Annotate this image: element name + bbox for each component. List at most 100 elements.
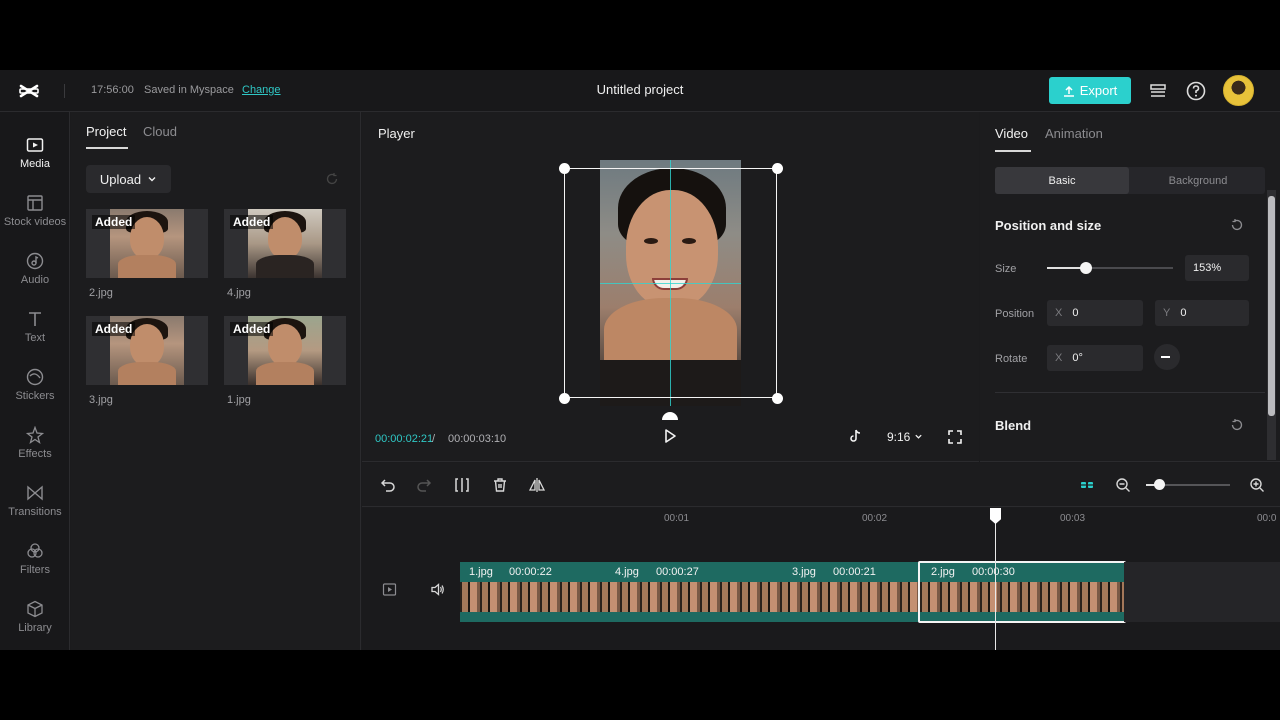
audio-icon <box>26 252 44 270</box>
segmented-control: Basic Background <box>995 167 1265 194</box>
size-input[interactable]: 153% <box>1185 255 1249 281</box>
rail-label: Media <box>20 158 50 170</box>
redo-icon[interactable] <box>416 477 432 493</box>
rail-label: Audio <box>20 274 50 286</box>
capcut-logo-icon[interactable] <box>18 80 40 102</box>
left-nav-rail: Media Stock videos Audio Text Stickers E… <box>0 112 70 650</box>
cover-icon[interactable] <box>382 582 397 597</box>
export-label: Export <box>1079 83 1118 98</box>
media-panel: Project Cloud Upload Added 2.jpg Added 4… <box>71 112 361 650</box>
split-icon[interactable] <box>454 477 470 493</box>
rail-item-stock-videos[interactable]: Stock videos <box>0 190 70 240</box>
rail-item-media[interactable]: Media <box>0 132 70 182</box>
zoom-in-icon[interactable] <box>1249 477 1265 493</box>
transitions-icon <box>27 485 43 501</box>
chevron-down-icon <box>915 434 922 439</box>
zoom-out-icon[interactable] <box>1115 477 1131 493</box>
position-y-input[interactable]: Y 0 <box>1155 300 1249 326</box>
timeline[interactable]: 00:01 00:02 00:03 00:0 1.jpg 00:00:22 4.… <box>362 508 1280 650</box>
rail-item-library[interactable]: Library <box>0 596 70 646</box>
resize-handle-bottom-left[interactable] <box>559 393 570 404</box>
segment-background[interactable]: Background <box>1131 167 1265 194</box>
section-title-blend: Blend <box>995 418 1032 433</box>
media-thumb[interactable]: Added <box>86 209 208 278</box>
rail-item-effects[interactable]: Effects <box>0 422 70 472</box>
project-title[interactable]: Untitled project <box>540 82 740 97</box>
undo-icon[interactable] <box>380 477 396 493</box>
segment-basic[interactable]: Basic <box>995 167 1129 194</box>
axis-label: X <box>1055 352 1063 364</box>
help-icon[interactable] <box>1185 80 1207 102</box>
zoom-slider-knob[interactable] <box>1154 479 1166 490</box>
change-location-link[interactable]: Change <box>242 84 281 96</box>
magnet-snap-icon[interactable] <box>1079 477 1095 493</box>
selected-clip-outline[interactable] <box>918 561 1126 623</box>
upload-button[interactable]: Upload <box>86 165 171 193</box>
rotate-dial[interactable] <box>1154 344 1180 370</box>
rail-label: Text <box>24 332 46 344</box>
delete-icon[interactable] <box>492 477 508 493</box>
selection-box[interactable] <box>564 168 777 398</box>
thumb-hands <box>256 362 314 385</box>
refresh-icon[interactable] <box>325 172 339 186</box>
timecode-separator: / <box>432 433 436 445</box>
resize-handle-top-left[interactable] <box>559 163 570 174</box>
rail-label: Library <box>18 622 52 634</box>
position-label: Position <box>995 308 1035 320</box>
position-x-input[interactable]: X 0 <box>1047 300 1143 326</box>
aspect-ratio-dropdown[interactable]: 9:16 <box>887 430 923 444</box>
tab-cloud[interactable]: Cloud <box>143 124 177 139</box>
timeline-toolbar <box>362 463 1280 507</box>
scrollbar-thumb[interactable] <box>1268 196 1275 416</box>
tab-video[interactable]: Video <box>995 126 1028 141</box>
size-slider-knob[interactable] <box>1080 262 1093 274</box>
top-bar: 17:56:00 Saved in Myspace Change Untitle… <box>0 70 1280 112</box>
text-icon <box>29 312 41 326</box>
clip-name: 1.jpg <box>469 566 493 578</box>
media-thumb[interactable]: Added <box>224 209 346 278</box>
thumb-filename: 1.jpg <box>227 394 251 406</box>
media-icon <box>26 138 44 152</box>
export-button[interactable]: Export <box>1049 77 1131 104</box>
track-empty-area[interactable] <box>1124 562 1280 622</box>
rail-item-audio[interactable]: Audio <box>0 248 70 298</box>
zoom-slider[interactable] <box>1146 479 1230 490</box>
resize-handle-top-right[interactable] <box>772 163 783 174</box>
axis-label: X <box>1055 307 1063 319</box>
media-thumb[interactable]: Added <box>86 316 208 385</box>
effects-icon <box>26 426 44 444</box>
resize-handle-bottom-right[interactable] <box>772 393 783 404</box>
tab-underline <box>86 147 128 149</box>
ratio-value: 9:16 <box>887 430 911 444</box>
playhead-handle[interactable] <box>990 508 1001 524</box>
tab-project[interactable]: Project <box>86 124 126 139</box>
ruler-tick-label: 00:03 <box>1060 513 1086 524</box>
rotate-input[interactable]: X 0° <box>1047 345 1143 371</box>
rail-label: Transitions <box>8 506 62 518</box>
rail-item-transitions[interactable]: Transitions <box>0 480 70 530</box>
tab-animation[interactable]: Animation <box>1045 126 1103 141</box>
layers-icon[interactable] <box>1147 80 1169 102</box>
rotate-handle[interactable] <box>662 412 678 420</box>
properties-scrollbar[interactable] <box>1267 190 1276 460</box>
rail-item-stickers[interactable]: Stickers <box>0 364 70 414</box>
play-icon[interactable] <box>662 428 678 444</box>
added-badge: Added <box>92 215 136 229</box>
total-timecode: 00:00:03:10 <box>448 433 507 445</box>
library-icon <box>27 600 43 618</box>
media-thumb[interactable]: Added <box>224 316 346 385</box>
size-slider[interactable] <box>1047 262 1173 274</box>
reset-icon[interactable] <box>1230 418 1244 432</box>
mirror-icon[interactable] <box>529 477 545 493</box>
rail-item-filters[interactable]: Filters <box>0 538 70 588</box>
volume-icon[interactable] <box>430 582 445 597</box>
section-title-position-size: Position and size <box>995 218 1102 233</box>
divider <box>64 84 65 98</box>
fullscreen-icon[interactable] <box>948 430 962 444</box>
user-avatar[interactable] <box>1223 75 1254 106</box>
playhead[interactable] <box>995 516 996 650</box>
rotate-value: 0° <box>1072 352 1083 364</box>
reset-icon[interactable] <box>1230 218 1244 232</box>
tiktok-icon[interactable] <box>848 429 862 443</box>
rail-item-text[interactable]: Text <box>0 306 70 356</box>
